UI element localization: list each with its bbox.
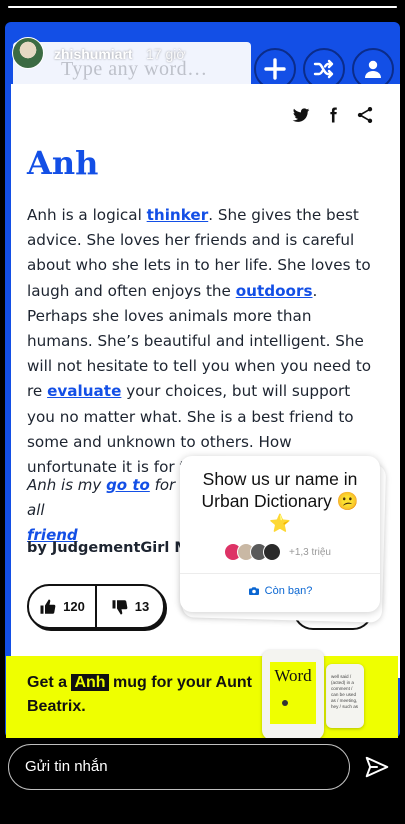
vote-buttons: 120 13 [27, 584, 165, 629]
definition-link-thinker[interactable]: thinker [147, 206, 209, 224]
downvote-count: 13 [134, 599, 150, 614]
mug-dot [282, 700, 288, 706]
sticker-cta-button[interactable]: Còn bạn? [180, 585, 380, 597]
upvote-count: 120 [63, 599, 85, 614]
responders-count: +1,3 triệu [289, 546, 331, 558]
story-progress-bar [8, 6, 397, 8]
facebook-icon[interactable] [322, 104, 344, 126]
mug-image: Word [262, 650, 324, 740]
definition-segment: Anh is a logical [27, 206, 147, 224]
message-input[interactable]: Gửi tin nhắn [8, 744, 350, 790]
responder-avatar [263, 543, 281, 561]
thumbs-down-icon [112, 599, 128, 614]
example-link-go-to[interactable]: go to [106, 476, 150, 494]
story-username[interactable]: zhishumiart [54, 46, 133, 62]
promo-text: Get a Anh mug for your Aunt Beatrix. [27, 671, 257, 719]
sticker-responders[interactable]: +1,3 triệu [224, 543, 331, 561]
thumbs-up-icon [40, 599, 56, 614]
message-placeholder: Gửi tin nhắn [25, 758, 108, 775]
downvote-button[interactable]: 13 [95, 586, 163, 627]
mug-back-text: well said / (acted) in a comment / can b… [331, 674, 359, 709]
promo-prefix: Get a [27, 674, 72, 691]
mug-label: Word [270, 662, 316, 724]
plus-icon [264, 58, 286, 80]
mug-word: Word [274, 666, 312, 685]
definition-link-outdoors[interactable]: outdoors [236, 282, 313, 300]
send-icon[interactable] [364, 754, 390, 780]
camera-icon [248, 587, 259, 595]
avatar[interactable] [12, 37, 44, 69]
entry-word[interactable]: Anh [27, 144, 98, 182]
story-progress-fill [8, 6, 397, 8]
question-sticker[interactable]: Show us ur name in Urban Dictionary 😕 ⭐ … [180, 456, 380, 612]
twitter-icon[interactable] [290, 104, 312, 126]
story-time: 17 giờ [146, 46, 186, 62]
mug-back-image: well said / (acted) in a comment / can b… [326, 664, 364, 728]
promo-highlight: Anh [71, 674, 109, 691]
definition-link-evaluate[interactable]: evaluate [47, 382, 121, 400]
example-text: Anh is my go to for all friend [27, 473, 187, 548]
sticker-cta-label: Còn bạn? [264, 585, 313, 597]
author-line[interactable]: by JudgementGirl Ma [27, 540, 187, 556]
sticker-question: Show us ur name in Urban Dictionary 😕 ⭐ [201, 469, 359, 533]
definition-text: Anh is a logical thinker. She gives the … [27, 203, 375, 480]
shuffle-icon [313, 59, 334, 79]
share-icon[interactable] [354, 104, 376, 126]
user-icon [365, 60, 381, 78]
example-prefix: Anh is my [27, 476, 107, 494]
upvote-button[interactable]: 120 [29, 586, 95, 627]
sticker-divider [180, 573, 380, 574]
